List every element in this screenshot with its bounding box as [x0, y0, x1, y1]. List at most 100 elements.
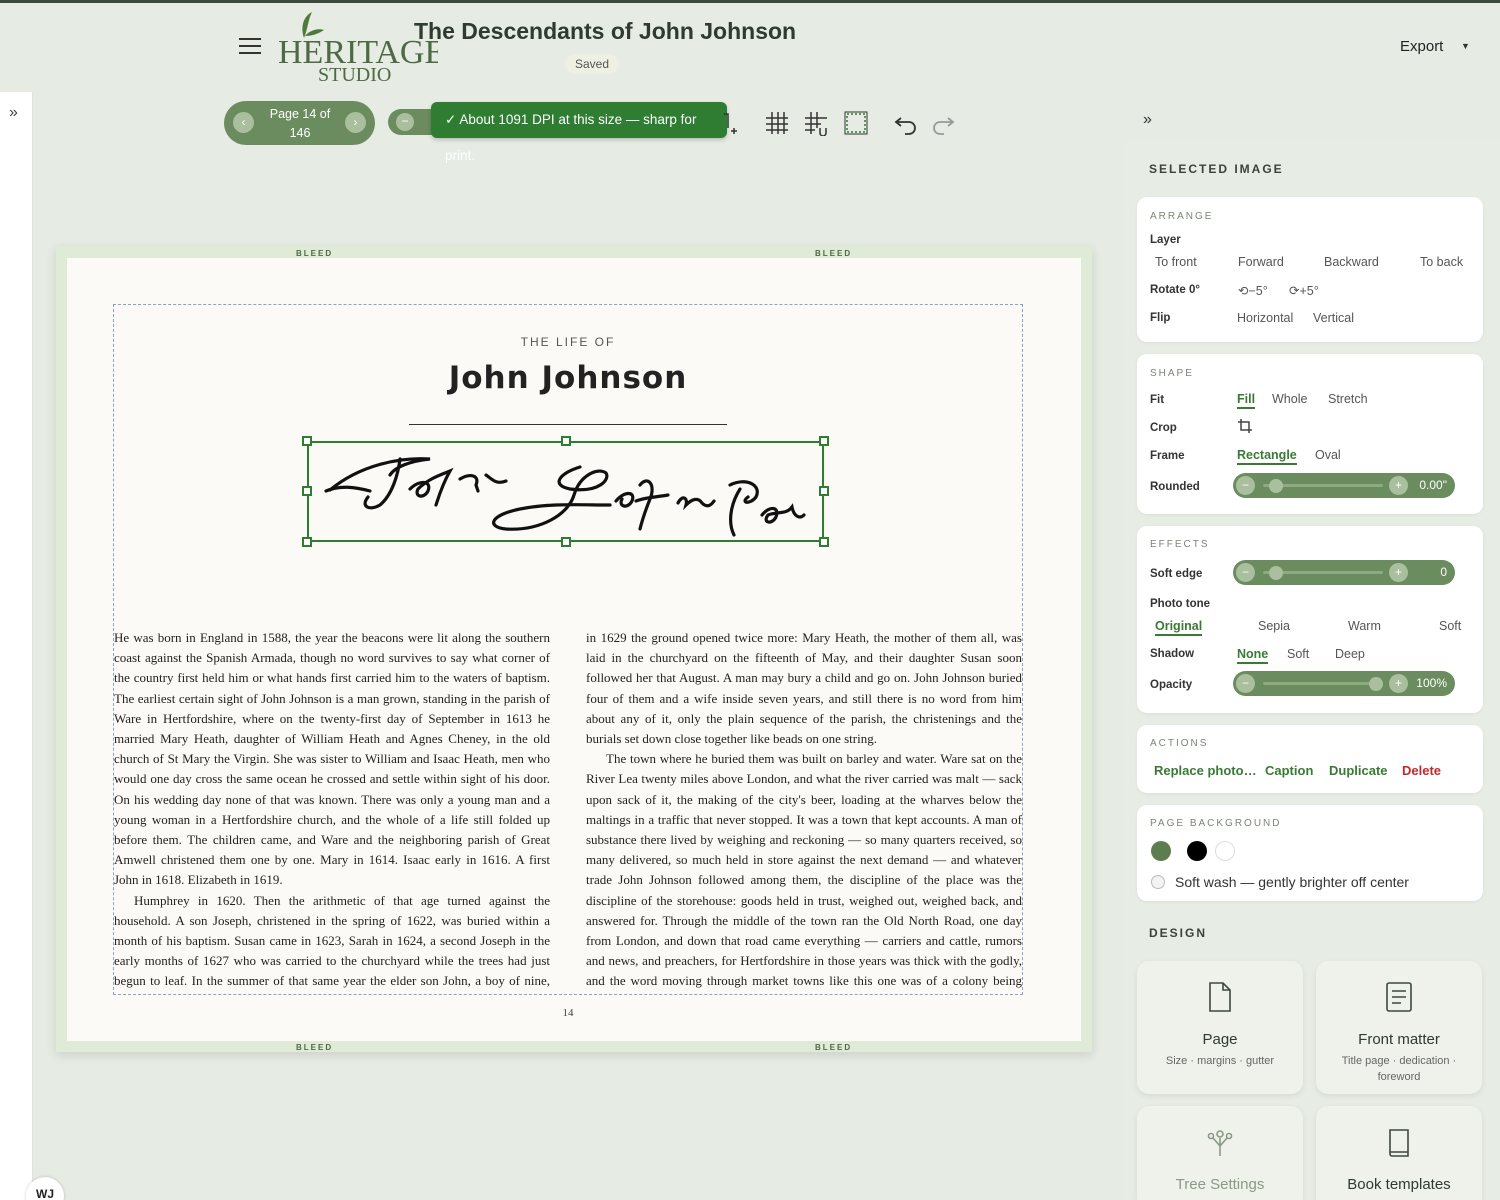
frame-oval-option[interactable]: Oval [1315, 448, 1341, 462]
document-icon [1386, 982, 1412, 1012]
card-heading: ARRANGE [1150, 211, 1214, 222]
document-title[interactable]: The Descendants of John Johnson [414, 18, 796, 45]
soft-wash-radio[interactable] [1151, 875, 1165, 889]
effects-card: EFFECTS Soft edge − + 0 Photo tone Origi… [1137, 526, 1483, 713]
rotate-label: Rotate 0° [1150, 284, 1200, 296]
resize-handle-sw[interactable] [302, 537, 312, 547]
actions-card: ACTIONS Replace photo… Caption Duplicate… [1137, 725, 1483, 793]
resize-handle-nw[interactable] [302, 436, 312, 446]
resize-handle-n[interactable] [561, 436, 571, 446]
left-rail [0, 92, 33, 1200]
replace-photo-button[interactable]: Replace photo… [1154, 763, 1257, 778]
crop-icon[interactable] [1237, 418, 1253, 434]
shadow-label: Shadow [1150, 648, 1195, 660]
soft-edge-label: Soft edge [1150, 568, 1203, 580]
grid-icon[interactable] [764, 110, 790, 136]
panel-title: SELECTED IMAGE [1149, 162, 1284, 176]
swatch-green[interactable] [1151, 841, 1171, 861]
decrease-button[interactable]: − [1236, 563, 1255, 582]
resize-handle-e[interactable] [819, 486, 829, 496]
soft-edge-slider[interactable]: − + 0 [1233, 560, 1455, 585]
swatch-black[interactable] [1187, 841, 1207, 861]
redo-icon[interactable] [930, 110, 956, 136]
rounded-slider[interactable]: − + 0.00" [1233, 473, 1455, 498]
design-card-title: Page [1202, 1031, 1238, 1048]
tone-warm-option[interactable]: Warm [1348, 619, 1381, 633]
decrease-button[interactable]: − [1236, 476, 1255, 495]
duplicate-button[interactable]: Duplicate [1329, 763, 1388, 778]
shadow-deep-option[interactable]: Deep [1335, 647, 1365, 661]
tone-soft-option[interactable]: Soft [1439, 619, 1461, 633]
flip-label: Flip [1150, 312, 1171, 324]
design-card-front-matter[interactable]: Front matter Title page · dedication · f… [1316, 961, 1482, 1094]
increase-button[interactable]: + [1389, 674, 1408, 693]
add-frame-icon[interactable] [722, 110, 748, 136]
bleed-label: BLEED [296, 249, 334, 258]
undo-icon[interactable] [893, 110, 919, 136]
resize-handle-se[interactable] [819, 537, 829, 547]
flip-horizontal-button[interactable]: Horizontal [1237, 311, 1293, 325]
page-number: 14 [562, 1007, 574, 1019]
text-column-left[interactable]: He was born in England in 1588, the year… [114, 628, 550, 988]
backward-button[interactable]: Backward [1324, 255, 1379, 269]
chevron-down-icon[interactable]: ▼ [1461, 41, 1470, 51]
frame-rectangle-option[interactable]: Rectangle [1237, 448, 1297, 465]
flip-vertical-button[interactable]: Vertical [1313, 311, 1354, 325]
design-card-subtitle: Size · margins · gutter [1165, 1055, 1275, 1067]
rotate-left-button[interactable]: ⟲−5° [1238, 283, 1268, 298]
resize-handle-ne[interactable] [819, 436, 829, 446]
tone-original-option[interactable]: Original [1155, 619, 1203, 636]
card-heading: ACTIONS [1150, 738, 1209, 749]
opacity-slider[interactable]: − + 100% [1233, 671, 1455, 696]
paragraph: He was born in England in 1588, the year… [114, 630, 550, 888]
bleed-label: BLEED [815, 1043, 853, 1052]
fit-fill-option[interactable]: Fill [1237, 392, 1256, 409]
tone-sepia-option[interactable]: Sepia [1258, 619, 1290, 633]
design-card-page[interactable]: Page Size · margins · gutter [1137, 961, 1303, 1094]
top-border [0, 0, 1500, 3]
bleed-label: BLEED [296, 1043, 334, 1052]
signature-image[interactable] [310, 445, 822, 541]
slider-knob[interactable] [1369, 677, 1383, 691]
page-subtitle[interactable]: THE LIFE OF [113, 335, 1023, 349]
increase-button[interactable]: + [1389, 563, 1408, 582]
decrease-button[interactable]: − [1236, 674, 1255, 693]
expand-left-panel-icon[interactable]: » [9, 104, 18, 122]
export-button[interactable]: Export [1400, 38, 1443, 55]
saved-status-badge: Saved [565, 54, 620, 74]
paragraph: in 1629 the ground opened twice more: Ma… [586, 630, 1022, 747]
snap-grid-icon[interactable] [803, 110, 829, 136]
delete-button[interactable]: Delete [1402, 763, 1441, 778]
shadow-soft-option[interactable]: Soft [1287, 647, 1309, 661]
design-card-book-templates[interactable]: Book templates [1316, 1106, 1482, 1200]
design-card-subtitle: Title page · dedication · foreword [1341, 1055, 1457, 1083]
increase-button[interactable]: + [1389, 476, 1408, 495]
swatch-white[interactable] [1215, 841, 1235, 861]
margins-toggle-icon[interactable] [843, 110, 869, 136]
collapse-right-panel-icon[interactable]: » [1143, 111, 1152, 129]
soft-edge-value: 0 [1440, 565, 1447, 579]
hamburger-menu-icon[interactable] [239, 38, 261, 56]
slider-track[interactable] [1263, 682, 1383, 685]
page-icon [1209, 982, 1231, 1012]
resize-handle-w[interactable] [302, 486, 312, 496]
fit-whole-option[interactable]: Whole [1272, 392, 1307, 406]
bleed-label: BLEED [815, 249, 853, 258]
rotate-right-button[interactable]: ⟳+5° [1289, 283, 1319, 298]
to-back-button[interactable]: To back [1420, 255, 1463, 269]
slider-knob[interactable] [1269, 479, 1283, 493]
next-page-button[interactable]: › [345, 112, 366, 133]
slider-knob[interactable] [1269, 566, 1283, 580]
caption-button[interactable]: Caption [1265, 763, 1313, 778]
rotate-ccw-icon: ⟲ [1238, 284, 1249, 298]
forward-button[interactable]: Forward [1238, 255, 1284, 269]
page-heading[interactable]: John Johnson [113, 360, 1023, 396]
to-front-button[interactable]: To front [1155, 255, 1197, 269]
prev-page-button[interactable]: ‹ [233, 112, 254, 133]
fit-stretch-option[interactable]: Stretch [1328, 392, 1368, 406]
design-card-tree-settings[interactable]: Tree Settings [1137, 1106, 1303, 1200]
text-column-right[interactable]: in 1629 the ground opened twice more: Ma… [586, 628, 1022, 988]
shadow-none-option[interactable]: None [1237, 647, 1269, 664]
zoom-out-button[interactable]: − [396, 113, 414, 131]
resize-handle-s[interactable] [561, 537, 571, 547]
